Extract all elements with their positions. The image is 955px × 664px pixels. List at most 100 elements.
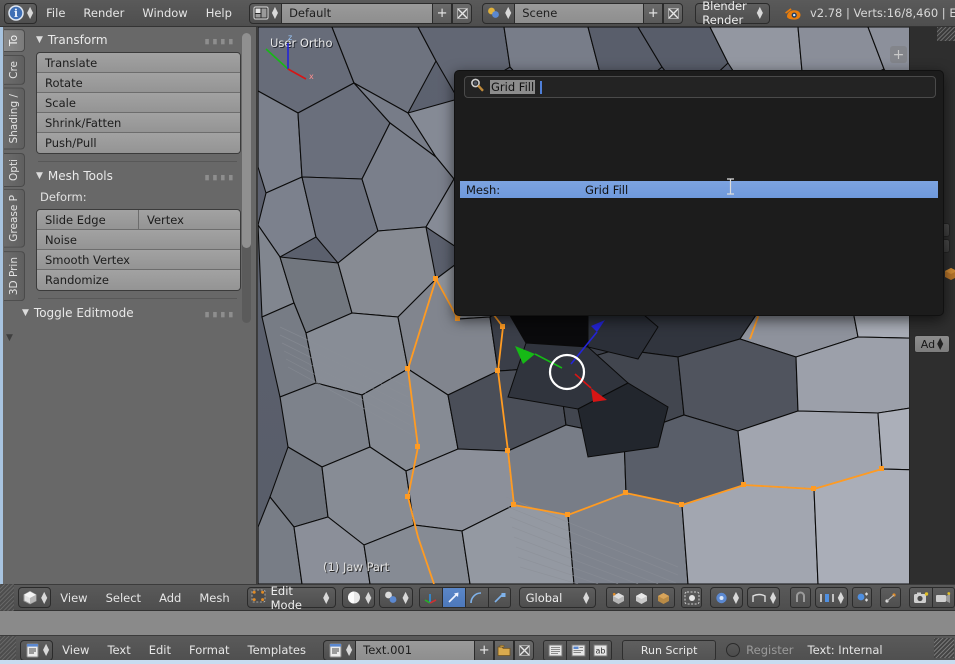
screen-layout-delete-button[interactable]	[452, 2, 473, 24]
viewport-add-region-button[interactable]: +	[890, 46, 907, 63]
register-checkbox-group[interactable]: Register	[726, 643, 794, 657]
text-menu-format[interactable]: Format	[180, 643, 239, 657]
proportional-edit-mode-icon[interactable]	[681, 587, 702, 608]
proportional-falloff-selector[interactable]: ▲ ▼	[746, 587, 781, 608]
scene-name[interactable]: Scene	[515, 2, 644, 24]
screen-layout-name[interactable]: Default	[282, 2, 433, 24]
properties-ad-dropdown[interactable]: Ad ▲ ▼	[914, 335, 950, 353]
rotate-manipulator-icon[interactable]	[464, 587, 488, 608]
limit-selection-icon[interactable]	[606, 587, 630, 608]
screen-layout-add-button[interactable]: +	[432, 2, 453, 24]
transform-orientation-spinner[interactable]: ▲ ▼	[583, 590, 589, 604]
text-editor-spinner[interactable]: ▲ ▼	[43, 643, 49, 657]
pivot-point-spinner[interactable]: ▲ ▼	[733, 590, 739, 604]
ad-dropdown-spinner[interactable]: ▲ ▼	[937, 337, 943, 351]
search-result-item[interactable]: Mesh: Grid Fill	[460, 181, 938, 198]
transform-manipulator[interactable]	[493, 302, 643, 432]
mesh-select-mode-spinner[interactable]: ▲ ▼	[402, 590, 408, 604]
viewport-shading-selector[interactable]: ▲ ▼	[342, 587, 376, 608]
slide-edge-button[interactable]: Slide Edge	[37, 210, 139, 229]
text-unlink-button[interactable]	[514, 639, 535, 661]
scene-add-button[interactable]: +	[643, 2, 664, 24]
viewport-shading-spinner[interactable]: ▲ ▼	[365, 590, 371, 604]
sidebar-tab-create[interactable]: Cre	[4, 55, 25, 85]
tool-shelf-scrollbar[interactable]	[242, 33, 251, 323]
text-menu-text[interactable]: Text	[98, 643, 139, 657]
render-preview-icon[interactable]	[908, 587, 932, 608]
proportional-falloff-spinner[interactable]: ▲ ▼	[770, 590, 776, 604]
editor-type-selector[interactable]: i ▲ ▼	[4, 2, 38, 24]
text-datablock-name[interactable]: Text.001	[356, 639, 475, 661]
text-editor-type-selector[interactable]: ▲ ▼	[20, 639, 54, 661]
snap-magnet-icon[interactable]	[790, 587, 811, 608]
transform-orientation-selector[interactable]: Global ▲ ▼	[518, 587, 597, 608]
scene-delete-button[interactable]	[663, 2, 684, 24]
text-open-button[interactable]	[494, 639, 515, 661]
panel-header-toggle-editmode[interactable]: ▼ Toggle Editmode ▖▖▖▖	[16, 302, 245, 323]
interaction-mode-selector[interactable]: Edit Mode ▲ ▼	[246, 584, 337, 612]
mesh-select-mode-selector[interactable]: ▲ ▼	[379, 587, 413, 608]
syntax-highlight-icon[interactable]: ab	[589, 639, 613, 661]
translate-button[interactable]: Translate	[37, 53, 240, 73]
text-menu-templates[interactable]: Templates	[239, 643, 315, 657]
panel-drag-dots-icon[interactable]: ▖▖▖▖	[205, 308, 237, 318]
sidebar-tab-options[interactable]: Opti	[4, 152, 25, 187]
translate-manipulator-icon[interactable]	[441, 587, 465, 608]
text-area-corner-handle[interactable]	[934, 638, 954, 658]
shrink-fatten-button[interactable]: Shrink/Fatten	[37, 113, 240, 133]
push-pull-button[interactable]: Push/Pull	[37, 133, 240, 153]
menu-help[interactable]: Help	[197, 6, 241, 20]
search-input[interactable]: Grid Fill	[464, 76, 936, 98]
text-menu-edit[interactable]: Edit	[140, 643, 180, 657]
noise-button[interactable]: Noise	[37, 230, 240, 250]
manipulator-toggle-icon[interactable]	[418, 587, 442, 608]
panel-drag-dots-icon[interactable]: ▖▖▖▖	[205, 35, 237, 45]
text-new-button[interactable]: +	[474, 639, 495, 661]
register-checkbox[interactable]	[726, 643, 741, 657]
menu-window[interactable]: Window	[133, 6, 196, 20]
text-datablock-spinner[interactable]: ▲ ▼	[346, 643, 352, 657]
scale-manipulator-icon[interactable]	[487, 587, 511, 608]
screen-layout-browse[interactable]: ▲ ▼	[248, 2, 283, 24]
menu-render[interactable]: Render	[74, 6, 133, 20]
scrollbar-thumb[interactable]	[242, 33, 251, 248]
run-script-button[interactable]: Run Script	[622, 639, 717, 661]
panel-header-mesh-tools[interactable]: ▼ Mesh Tools ▖▖▖▖	[30, 165, 245, 186]
vertex-button[interactable]: Vertex	[139, 210, 184, 229]
view3d-editor-type-selector[interactable]: ▲ ▼	[18, 587, 52, 608]
xray-icon[interactable]	[652, 587, 676, 608]
pivot-point-selector[interactable]: ▲ ▼	[709, 587, 743, 608]
view3d-header-grip[interactable]	[0, 584, 15, 611]
word-wrap-icon[interactable]	[566, 639, 590, 661]
sidebar-tab-shading[interactable]: Shading /	[4, 87, 25, 150]
line-numbers-icon[interactable]	[543, 639, 567, 661]
menu-file[interactable]: File	[37, 6, 74, 20]
render-opengl-icon[interactable]	[931, 587, 955, 608]
render-engine-selector[interactable]: Blender Render ▲ ▼	[695, 0, 770, 27]
view3d-menu-select[interactable]: Select	[97, 591, 150, 605]
snap-target-icon[interactable]	[851, 587, 873, 608]
area-corner-handle[interactable]	[937, 27, 955, 41]
view3d-editor-spinner[interactable]: ▲ ▼	[41, 590, 47, 604]
screen-layout-spinner[interactable]: ▲ ▼	[272, 6, 278, 20]
render-engine-spinner[interactable]: ▲ ▼	[757, 6, 763, 20]
scene-spinner[interactable]: ▲ ▼	[505, 6, 511, 20]
sidebar-tab-3d-printing[interactable]: 3D Prin	[4, 251, 25, 302]
scene-browse[interactable]: ▲ ▼	[482, 2, 516, 24]
text-datablock-browse[interactable]: ▲ ▼	[323, 639, 357, 661]
text-menu-view[interactable]: View	[53, 643, 98, 657]
occlude-geometry-icon[interactable]	[629, 587, 653, 608]
snap-element-spinner[interactable]: ▲ ▼	[838, 590, 844, 604]
smooth-vertex-button[interactable]: Smooth Vertex	[37, 250, 240, 270]
randomize-button[interactable]: Randomize	[37, 270, 240, 290]
auto-merge-icon[interactable]	[880, 587, 901, 608]
sidebar-tab-grease-pencil[interactable]: Grease P	[4, 189, 25, 249]
interaction-mode-spinner[interactable]: ▲ ▼	[323, 590, 329, 604]
rotate-button[interactable]: Rotate	[37, 73, 240, 93]
snap-element-selector[interactable]: ▲ ▼	[814, 587, 848, 608]
view3d-menu-view[interactable]: View	[51, 591, 96, 605]
panel-header-transform[interactable]: ▼ Transform ▖▖▖▖	[30, 29, 245, 50]
editor-type-spinner[interactable]: ▲ ▼	[27, 6, 33, 20]
scale-button[interactable]: Scale	[37, 93, 240, 113]
panel-drag-dots-icon[interactable]: ▖▖▖▖	[205, 171, 237, 181]
